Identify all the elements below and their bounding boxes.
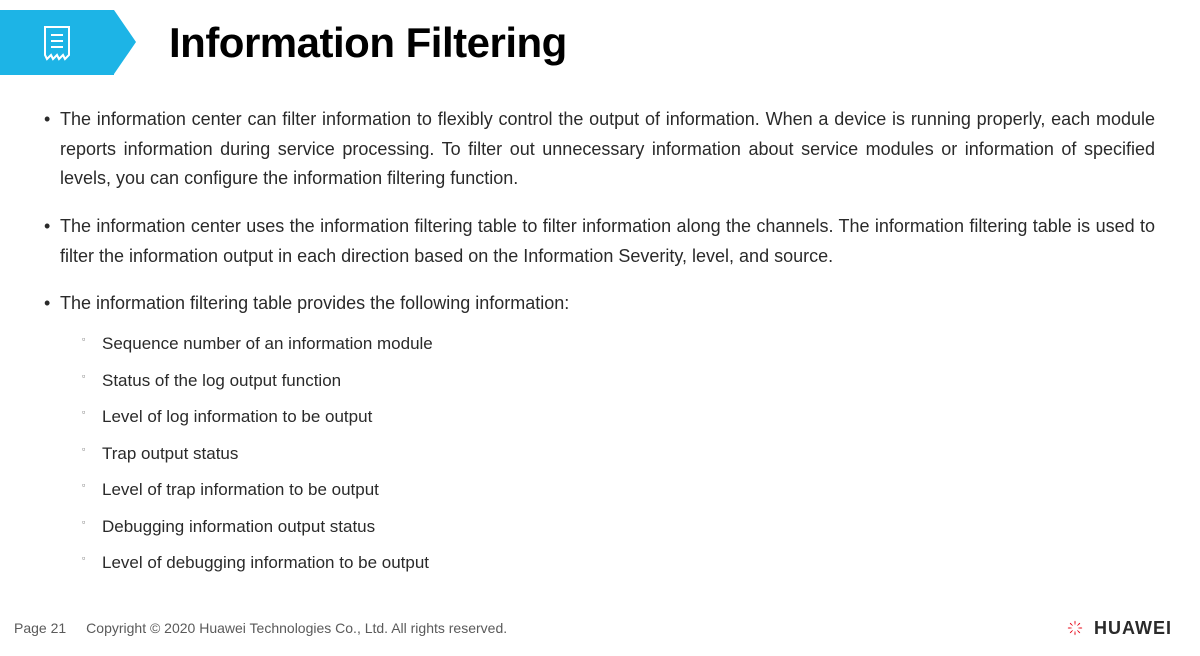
header-banner: Information Filtering [0,0,1200,75]
bullet-item: The information center can filter inform… [60,105,1155,194]
sub-item: Level of log information to be output [102,404,1155,430]
sub-item: Status of the log output function [102,368,1155,394]
huawei-brand-text: HUAWEI [1094,618,1172,639]
sub-item: Level of trap information to be output [102,477,1155,503]
huawei-logo: HUAWEI [1061,614,1172,642]
bullet-item: The information center uses the informat… [60,212,1155,271]
sub-item: Debugging information output status [102,514,1155,540]
sub-list: Sequence number of an information module… [102,331,1155,576]
bullet-text: The information filtering table provides… [60,293,569,313]
title-badge [0,10,114,75]
sub-item: Sequence number of an information module [102,331,1155,357]
footer: Page 21 Copyright © 2020 Huawei Technolo… [0,614,1200,642]
sub-item: Level of debugging information to be out… [102,550,1155,576]
page-number: Page 21 [14,620,66,636]
huawei-flower-icon [1061,614,1089,642]
footer-left: Page 21 Copyright © 2020 Huawei Technolo… [14,620,507,636]
document-icon [41,25,73,61]
main-list: The information center can filter inform… [60,105,1155,576]
page-title: Information Filtering [169,19,567,67]
copyright-text: Copyright © 2020 Huawei Technologies Co.… [86,620,507,636]
bullet-item: The information filtering table provides… [60,289,1155,575]
content-area: The information center can filter inform… [0,75,1200,576]
sub-item: Trap output status [102,441,1155,467]
